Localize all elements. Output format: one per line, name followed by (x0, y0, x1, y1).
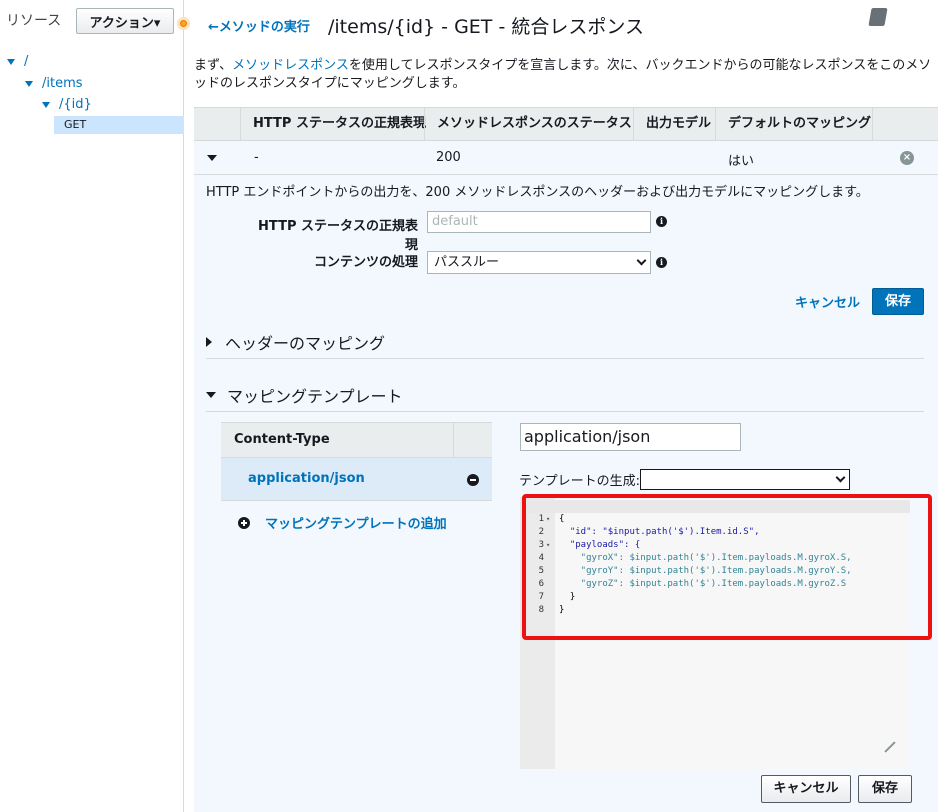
resource-sidebar: リソース アクション▾ / /items /{id} GET (0, 0, 184, 812)
method-response-link[interactable]: メソッドレスポンス (232, 58, 349, 73)
expand-editor-icon[interactable] (882, 740, 896, 754)
content-handling-label: コンテンツの処理 (313, 255, 418, 270)
response-detail-panel: HTTP エンドポイントからの出力を、200 メソッドレスポンスのヘッダーおよび… (194, 175, 938, 812)
description: まず、メソッドレスポンスを使用してレスポンスタイプを宣言します。次に、バックエン… (194, 57, 940, 93)
sidebar-resize-handle[interactable] (177, 17, 190, 30)
column-header-regex: HTTP ステータスの正規表現 (240, 108, 426, 141)
resources-title: リソース (6, 13, 62, 29)
generate-template-select[interactable] (640, 469, 850, 490)
section-title: ヘッダーのマッピング (225, 334, 386, 353)
actions-button[interactable]: アクション▾ (76, 8, 174, 34)
template-save-button[interactable]: 保存 (858, 775, 912, 803)
chevron-down-icon (835, 472, 846, 483)
plus-circle-icon (238, 516, 250, 529)
add-mapping-template-label: マッピングテンプレートの追加 (265, 517, 447, 532)
page-title: /items/{id} - GET - 統合レスポンス (328, 16, 644, 38)
expand-arrow-icon[interactable] (25, 80, 33, 87)
remove-content-type-icon[interactable] (467, 474, 479, 486)
add-mapping-template-button[interactable]: マッピングテンプレートの追加 (238, 513, 447, 532)
back-link-label: メソッドの実行 (218, 20, 310, 35)
tree-item-id[interactable]: /{id} (42, 97, 92, 112)
column-header-status: メソッドレスポンスのステータス (424, 108, 633, 141)
description-prefix: まず、 (194, 58, 233, 73)
chevron-down-icon (636, 255, 647, 266)
expand-arrow-icon (206, 337, 212, 347)
collapse-arrow-icon[interactable] (207, 155, 217, 161)
row-status: 200 (436, 150, 461, 165)
detail-description: HTTP エンドポイントからの出力を、200 メソッドレスポンスのヘッダーおよび… (206, 185, 869, 200)
content-type-label[interactable]: application/json (248, 471, 365, 486)
regex-label: HTTP ステータスの正規表現 (258, 219, 418, 253)
response-table-header: HTTP ステータスの正規表現 メソッドレスポンスのステータス 出力モデル デフ… (194, 107, 938, 141)
book-icon[interactable] (868, 8, 888, 26)
content-type-header: Content-Type (221, 422, 492, 458)
template-cancel-button[interactable]: キャンセル (761, 775, 851, 803)
info-icon[interactable]: i (656, 257, 667, 268)
template-mapping-section[interactable]: マッピングテンプレート (206, 383, 403, 407)
tree-item-items[interactable]: /items (25, 76, 83, 91)
back-to-method-execution-link[interactable]: ←メソッドの実行 (208, 16, 310, 35)
expand-arrow-icon[interactable] (7, 58, 15, 65)
content-type-header-label: Content-Type (234, 432, 330, 447)
row-regex: - (254, 150, 259, 165)
header-mapping-section[interactable]: ヘッダーのマッピング (206, 330, 385, 354)
divider (453, 423, 454, 457)
collapse-arrow-icon (206, 392, 216, 398)
column-header-model: 出力モデル (633, 108, 715, 141)
cancel-link[interactable]: キャンセル (795, 292, 860, 311)
tree-item-label: /{id} (59, 97, 92, 112)
content-type-input[interactable]: application/json (520, 423, 741, 451)
save-button[interactable]: 保存 (872, 288, 924, 315)
generate-template-label: テンプレートの生成: (519, 474, 640, 489)
column-header-blank (872, 108, 938, 141)
remove-row-icon[interactable]: × (900, 151, 914, 165)
highlight-frame (522, 494, 932, 640)
section-title: マッピングテンプレート (227, 387, 403, 406)
content-handling-select[interactable]: パススルー (427, 251, 651, 274)
arrow-left-icon: ← (208, 20, 219, 35)
divider (206, 358, 924, 359)
table-row[interactable]: - 200 はい × (194, 141, 938, 175)
tree-item-root[interactable]: / (7, 54, 28, 69)
tree-item-label: /items (42, 76, 83, 91)
tree-item-label: / (24, 54, 29, 69)
row-default: はい (728, 154, 755, 169)
divider (206, 411, 924, 412)
expand-arrow-icon[interactable] (42, 101, 50, 108)
content-handling-value: パススルー (434, 255, 500, 270)
info-icon[interactable]: i (656, 216, 667, 227)
tree-item-get[interactable]: GET (54, 116, 184, 134)
regex-input[interactable]: default (427, 211, 651, 233)
column-header-default: デフォルトのマッピング (715, 108, 872, 141)
content-type-row[interactable]: application/json (221, 458, 492, 501)
